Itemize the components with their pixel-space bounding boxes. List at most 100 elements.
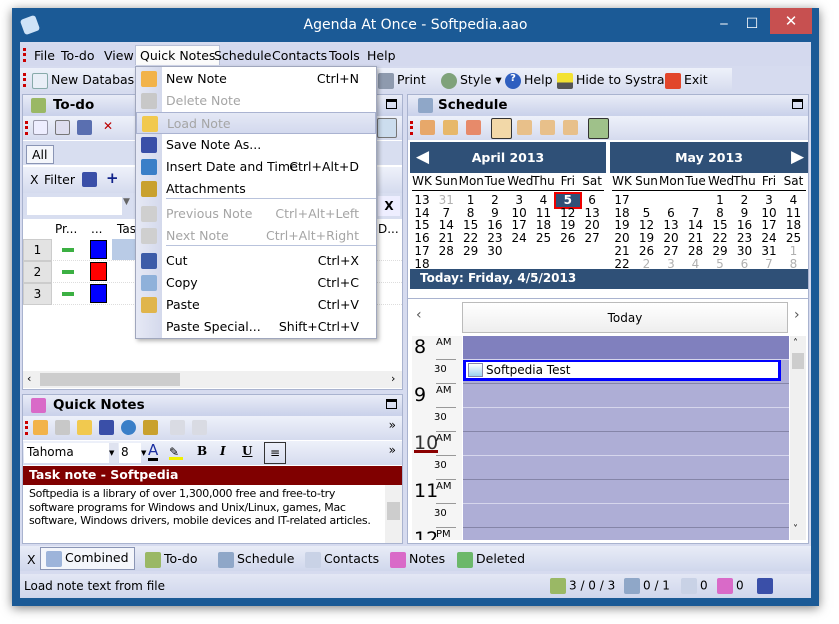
tab-notes[interactable]: Notes [390,551,445,568]
tab-all[interactable]: All [26,145,54,164]
col-priority[interactable]: Pr... [55,222,77,236]
delete-appointment-icon[interactable] [466,120,481,135]
filter-icon[interactable] [377,118,397,138]
folder-icon[interactable] [77,420,92,435]
menu-help[interactable]: Help [363,46,400,65]
arrow-left-icon[interactable] [170,420,185,435]
menu-quick-notes[interactable]: Quick Notes [135,45,221,65]
font-dropdown-icon[interactable]: ▼ [109,443,118,463]
scroll-right-icon[interactable]: › [391,372,395,385]
day-grid[interactable]: Softpedia Test [463,336,789,540]
menu-item-copy[interactable]: Copy Ctrl+C [136,272,376,294]
new-task-icon[interactable] [33,120,48,135]
today-bar[interactable]: Today: Friday, 4/5/2013 [410,269,808,289]
font-select[interactable]: Tahoma [24,443,109,463]
list-view-icon[interactable] [540,120,555,135]
horizontal-scrollbar[interactable]: ‹ › [23,371,402,388]
dropdown-arrow-icon[interactable]: ▼ [123,197,130,207]
tab-todo[interactable]: To-do [145,551,197,568]
scroll-thumb[interactable] [387,502,400,520]
menu-item-insert-date-and-time[interactable]: Insert Date and Time Ctrl+Alt+D [136,156,376,178]
menu-item-paste[interactable]: Paste Ctrl+V [136,294,376,316]
arrow-right-icon[interactable] [192,420,207,435]
add-filter-icon[interactable]: + [106,169,119,187]
close-tabs-button[interactable]: X [27,552,36,567]
menu-item-delete-note[interactable]: Delete Note [136,90,376,112]
calendar-day[interactable]: 31 [757,244,781,258]
size-dropdown-icon[interactable]: ▼ [141,443,146,463]
appointment[interactable]: Softpedia Test [463,359,781,381]
exit-button[interactable]: Exit [665,72,708,89]
add-subtask-icon[interactable] [55,120,70,135]
menu-item-attachments[interactable]: Attachments [136,178,376,200]
menu-item-load-note[interactable]: Load Note [136,112,376,134]
col-color[interactable]: ... [91,222,102,236]
menu-contacts[interactable]: Contacts [268,46,331,65]
menu-view[interactable]: View [100,46,138,65]
week-view-icon[interactable] [517,120,532,135]
note-text[interactable]: Softpedia is a library of over 1,300,000… [23,485,385,543]
font-color-icon[interactable]: A [148,442,159,461]
scroll-down-icon[interactable]: ˅ [793,524,798,535]
scroll-thumb[interactable] [40,373,180,386]
paperclip-icon[interactable] [143,420,158,435]
maximize-icon[interactable] [386,399,397,409]
maximize-button[interactable]: ☐ [740,12,764,36]
menu-file[interactable]: File [30,46,59,65]
next-month-icon[interactable]: ▶ [791,147,804,167]
save-filter-icon[interactable] [82,172,97,187]
italic-button[interactable]: I [220,444,226,458]
calendar-day[interactable]: 29 [708,244,732,258]
calendar-day[interactable]: 26 [635,244,659,258]
size-select[interactable]: 8 [119,443,141,463]
calendar-day[interactable]: 1 [782,244,806,258]
save-icon[interactable] [99,420,114,435]
tab-deleted[interactable]: Deleted [457,551,525,568]
edit-appointment-icon[interactable] [443,120,458,135]
clock-icon[interactable] [121,420,136,435]
close-button[interactable]: ✕ [770,8,812,34]
tab-schedule[interactable]: Schedule [218,551,294,568]
vertical-scrollbar[interactable] [385,485,402,543]
print-button[interactable]: Print [378,72,426,89]
maximize-icon[interactable] [386,99,397,109]
menu-item-new-note[interactable]: New Note Ctrl+N [136,68,376,90]
minimize-button[interactable]: ‒ [712,12,736,36]
menu-schedule[interactable]: Schedule [210,46,275,65]
hide-to-systray-button[interactable]: Hide to Systray [557,72,672,89]
maximize-icon[interactable] [792,99,803,109]
new-database-button[interactable]: New Database [32,72,142,89]
help-button[interactable]: ? Help [505,72,553,89]
menu-item-previous-note[interactable]: Previous Note Ctrl+Alt+Left [136,203,376,225]
tab-combined[interactable]: Combined [40,547,135,570]
calendar-day[interactable]: 29 [459,244,483,258]
highlight-icon[interactable]: ✎ [169,445,183,460]
filter-input[interactable] [27,197,122,215]
tab-contacts[interactable]: Contacts [305,551,379,568]
calendar-day[interactable]: 26 [556,232,580,245]
delete-note-icon[interactable] [55,420,70,435]
align-left-button[interactable]: ≡ [264,442,286,464]
calendar-toggle-icon[interactable] [588,118,609,139]
style-button[interactable]: Style ▾ [441,72,502,89]
menu-item-cut[interactable]: Cut Ctrl+X [136,250,376,272]
prev-month-icon[interactable]: ◀ [416,147,429,167]
calendar-day[interactable]: 28 [434,244,458,258]
menu-tools[interactable]: Tools [325,46,364,65]
menu-item-paste-special[interactable]: Paste Special... Shift+Ctrl+V [136,316,376,338]
overflow-icon[interactable]: » [389,418,396,432]
menu-item-save-note-as[interactable]: Save Note As... [136,134,376,156]
new-note-icon[interactable] [33,420,48,435]
day-view-icon[interactable] [491,118,512,139]
scroll-left-icon[interactable]: ‹ [27,372,31,385]
calendar-day[interactable]: 30 [733,244,757,258]
calendar-day[interactable]: 27 [580,232,604,245]
overflow-icon[interactable]: » [389,443,396,457]
underline-button[interactable]: U [242,444,252,458]
day-scrollbar[interactable]: ˄ ˅ [790,336,806,540]
menu-todo[interactable]: To-do [57,46,98,65]
filter-close[interactable]: X [30,172,39,187]
status-save[interactable] [757,578,776,594]
next-day-icon[interactable]: › [794,307,800,323]
clear-filter-button[interactable]: X [378,196,400,216]
